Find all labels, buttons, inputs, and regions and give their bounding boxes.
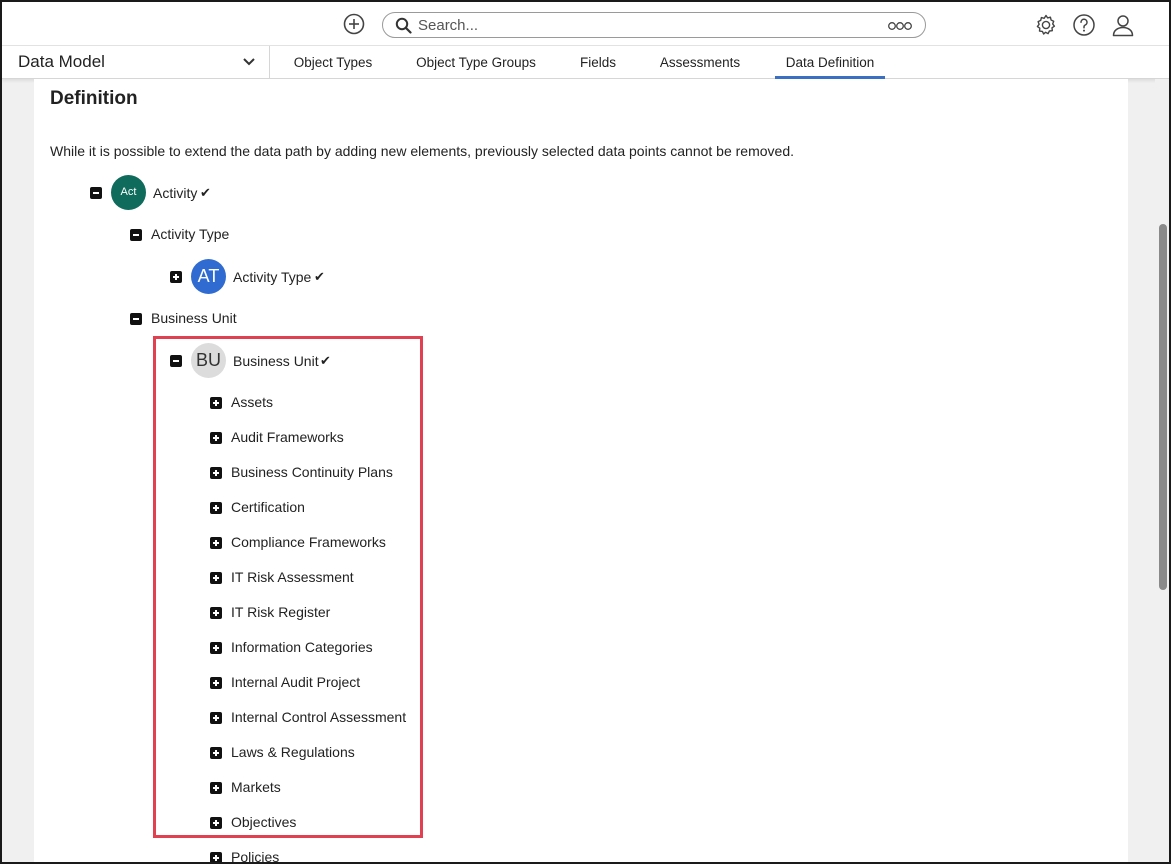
nav-bar: Data Model Object Types Object Type Grou…: [2, 46, 1169, 79]
tree-node-child: Policies: [210, 847, 410, 862]
more-options-icon[interactable]: [887, 20, 913, 32]
add-icon[interactable]: [343, 13, 365, 35]
collapse-toggle[interactable]: [130, 313, 142, 325]
selected-check-icon: ✔: [200, 185, 211, 200]
definition-note: While it is possible to extend the data …: [50, 143, 795, 159]
highlight-box: [153, 336, 423, 838]
user-icon[interactable]: [1111, 13, 1135, 37]
tree-node-activity-type-group: Activity Type: [130, 224, 270, 246]
activity-type-label: Activity Type: [233, 269, 312, 285]
top-bar: [2, 2, 1169, 46]
app-window: Data Model Object Types Object Type Grou…: [0, 0, 1171, 864]
tree-node-activity: Act Activity ✔: [90, 175, 230, 211]
search-icon: [395, 17, 412, 34]
tree-node-business-unit-group: Business Unit: [130, 308, 270, 330]
search-bar[interactable]: [382, 12, 926, 38]
activity-label: Activity: [153, 185, 198, 201]
scrollbar-thumb[interactable]: [1159, 224, 1167, 590]
group-label: Business Unit: [151, 310, 237, 326]
page-title: Definition: [50, 88, 138, 109]
search-input[interactable]: [418, 15, 858, 35]
group-label: Activity Type: [151, 226, 230, 242]
child-label[interactable]: Policies: [231, 849, 279, 862]
tab-assessments[interactable]: Assessments: [655, 46, 745, 79]
tab-object-types[interactable]: Object Types: [289, 46, 377, 79]
collapse-toggle[interactable]: [130, 229, 142, 241]
gear-icon[interactable]: [1034, 13, 1058, 37]
expand-toggle[interactable]: [170, 271, 182, 283]
model-selector-label: Data Model: [18, 52, 105, 71]
expand-toggle[interactable]: [210, 852, 222, 862]
tree-node-activity-type: AT Activity Type ✔: [170, 259, 340, 295]
selected-check-icon: ✔: [314, 269, 325, 284]
model-selector[interactable]: Data Model: [2, 46, 270, 79]
tab-fields[interactable]: Fields: [574, 46, 622, 79]
tab-object-type-groups[interactable]: Object Type Groups: [412, 46, 540, 79]
activity-avatar: Act: [111, 175, 146, 210]
help-icon[interactable]: [1072, 13, 1096, 37]
collapse-toggle[interactable]: [90, 187, 102, 199]
chevron-down-icon: [243, 58, 255, 66]
activity-type-avatar: AT: [191, 259, 226, 294]
tab-data-definition[interactable]: Data Definition: [775, 46, 885, 79]
